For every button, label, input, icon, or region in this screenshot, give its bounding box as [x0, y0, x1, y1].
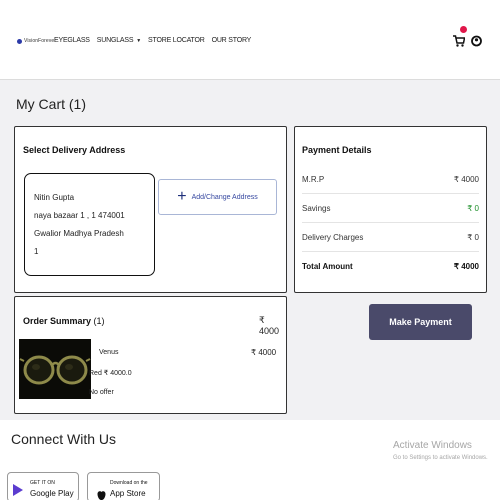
plus-icon: +	[177, 188, 187, 205]
google-play-button[interactable]: GET IT ON Google Play	[7, 472, 79, 500]
eyeglasses-image	[19, 339, 91, 399]
order-summary-label: Order Summary	[23, 316, 92, 326]
apple-icon	[97, 491, 106, 500]
payment-row-delivery: Delivery Charges ₹ 0	[302, 233, 479, 242]
address-city: Gwalior Madhya Pradesh	[34, 229, 124, 238]
main-nav: EYEGLASS SUNGLASS ▼ STORE LOCATOR OUR STO…	[54, 37, 251, 44]
logo-text: VisionForever	[24, 38, 57, 44]
activate-windows-watermark: Activate Windows Go to Settings to activ…	[393, 440, 488, 461]
make-payment-button[interactable]: Make Payment	[369, 304, 472, 340]
nav-store-locator[interactable]: STORE LOCATOR	[148, 37, 205, 44]
play-store-icon	[13, 484, 23, 496]
divider	[302, 251, 479, 252]
activate-windows-subtitle: Go to Settings to activate Windows.	[393, 455, 488, 461]
product-meta: Red ₹ 4000.0	[89, 369, 132, 377]
activate-windows-title: Activate Windows	[393, 440, 472, 451]
product-price: ₹ 4000	[251, 348, 277, 357]
app-store-line2: App Store	[110, 489, 146, 498]
mrp-label: M.R.P	[302, 175, 325, 184]
nav-our-story[interactable]: OUR STORY	[212, 37, 252, 44]
app-store-button[interactable]: Download on the App Store	[87, 472, 160, 500]
google-play-line2: Google Play	[30, 489, 74, 498]
product-offer: No offer	[89, 389, 114, 396]
total-amount-value: ₹ 4000	[453, 262, 479, 271]
mrp-value: ₹ 4000	[453, 175, 479, 184]
total-amount-label: Total Amount	[302, 262, 353, 271]
payment-row-total: Total Amount ₹ 4000	[302, 262, 479, 271]
divider	[302, 222, 479, 223]
cart-count-badge	[460, 26, 467, 33]
nav-eyeglass[interactable]: EYEGLASS	[54, 37, 90, 44]
logo-mark-icon	[17, 38, 22, 44]
delivery-address-card: Select Delivery Address Nitin Gupta naya…	[14, 126, 287, 293]
address-extra: 1	[34, 247, 39, 256]
product-name: Venus	[99, 349, 119, 356]
shopping-cart-icon[interactable]	[453, 35, 465, 47]
app-store-line1: Download on the	[110, 480, 148, 486]
address-street: naya bazaar 1 , 1 474001	[34, 211, 125, 220]
payment-card-title: Payment Details	[302, 145, 372, 155]
page-title: My Cart (1)	[16, 96, 86, 112]
address-option[interactable]: Nitin Gupta naya bazaar 1 , 1 474001 Gwa…	[24, 173, 155, 276]
order-summary-total: ₹ 4000	[259, 315, 280, 336]
divider	[302, 193, 479, 194]
product-sub-price: ₹ 4000.0	[103, 370, 132, 377]
top-navbar: VisionForever EYEGLASS SUNGLASS ▼ STORE L…	[0, 0, 500, 80]
delivery-charges-label: Delivery Charges	[302, 233, 364, 242]
add-change-address-label: Add/Change Address	[191, 193, 258, 201]
order-summary-count: (1)	[93, 316, 105, 326]
payment-row-savings: Savings ₹ 0	[302, 204, 479, 213]
product-image	[19, 339, 91, 399]
delivery-card-title: Select Delivery Address	[23, 145, 126, 155]
footer: Connect With Us GET IT ON Google Play Do…	[0, 420, 500, 500]
connect-with-us-heading: Connect With Us	[11, 431, 117, 447]
delivery-charges-value: ₹ 0	[467, 233, 479, 242]
product-frame-color: Red	[89, 370, 102, 377]
payment-row-mrp: M.R.P ₹ 4000	[302, 175, 479, 184]
nav-sunglass[interactable]: SUNGLASS ▼	[97, 37, 141, 44]
order-summary-card: Order Summary (1) ₹ 4000 Venus ₹ 4000 Re…	[14, 296, 287, 414]
order-summary-title: Order Summary (1)	[23, 316, 105, 326]
add-change-address-button[interactable]: + Add/Change Address	[158, 179, 277, 215]
nav-sunglass-label: SUNGLASS	[96, 37, 134, 44]
chevron-down-icon: ▼	[136, 38, 142, 44]
savings-value: ₹ 0	[467, 204, 479, 213]
brand-logo[interactable]: VisionForever	[17, 38, 56, 44]
user-icon[interactable]	[471, 35, 482, 47]
payment-details-card: Payment Details M.R.P ₹ 4000 Savings ₹ 0…	[294, 126, 487, 293]
google-play-line1: GET IT ON	[30, 480, 55, 486]
address-name: Nitin Gupta	[34, 193, 75, 202]
savings-label: Savings	[302, 204, 331, 213]
